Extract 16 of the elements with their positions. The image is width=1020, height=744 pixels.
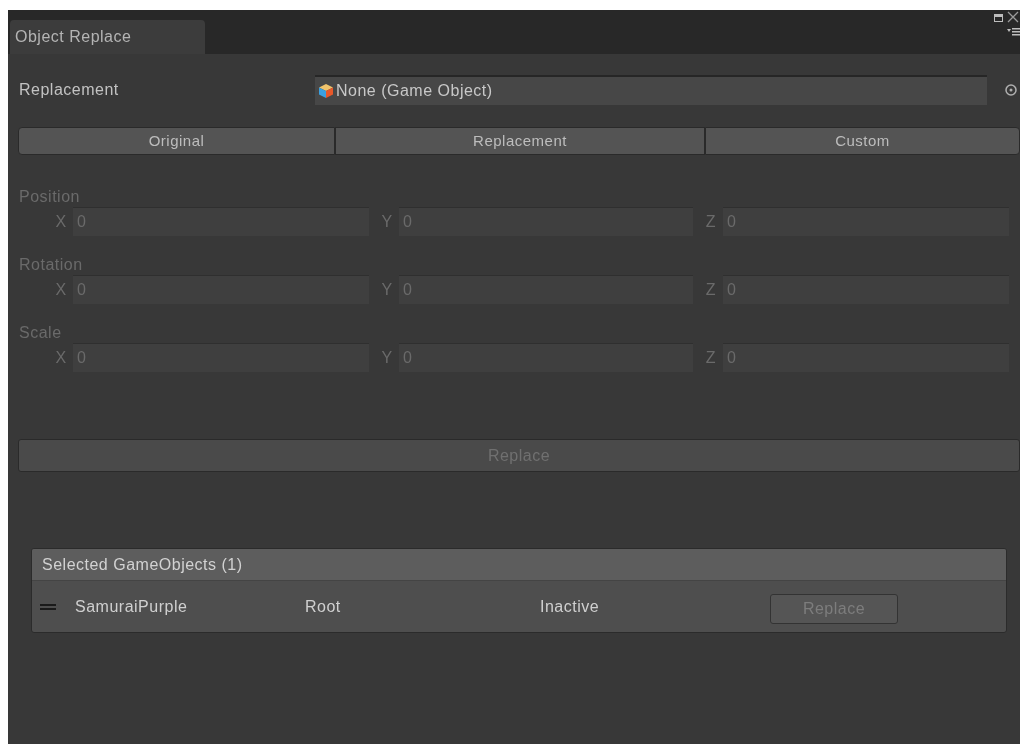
- tab[interactable]: Object Replace: [10, 20, 205, 54]
- mode-tab[interactable]: Original: [18, 127, 335, 155]
- state-label: Inactive: [540, 596, 601, 617]
- list-title: Selected GameObjects (1): [42, 554, 243, 575]
- cube-icon: [318, 82, 334, 99]
- object-field[interactable]: None (Game Object): [315, 74, 987, 105]
- field-label: Replacement: [19, 79, 120, 100]
- drag-handle-icon[interactable]: [40, 603, 56, 610]
- maximize-icon[interactable]: [994, 14, 1003, 22]
- object-name: SamuraiPurple: [75, 596, 189, 617]
- close-icon[interactable]: [1007, 11, 1019, 23]
- menu-icon[interactable]: [1007, 27, 1020, 36]
- target-icon[interactable]: [1005, 83, 1017, 96]
- mode-tab[interactable]: Replacement: [335, 127, 705, 155]
- parent-label: Root: [305, 596, 342, 617]
- mode-tab[interactable]: Custom: [705, 127, 1020, 155]
